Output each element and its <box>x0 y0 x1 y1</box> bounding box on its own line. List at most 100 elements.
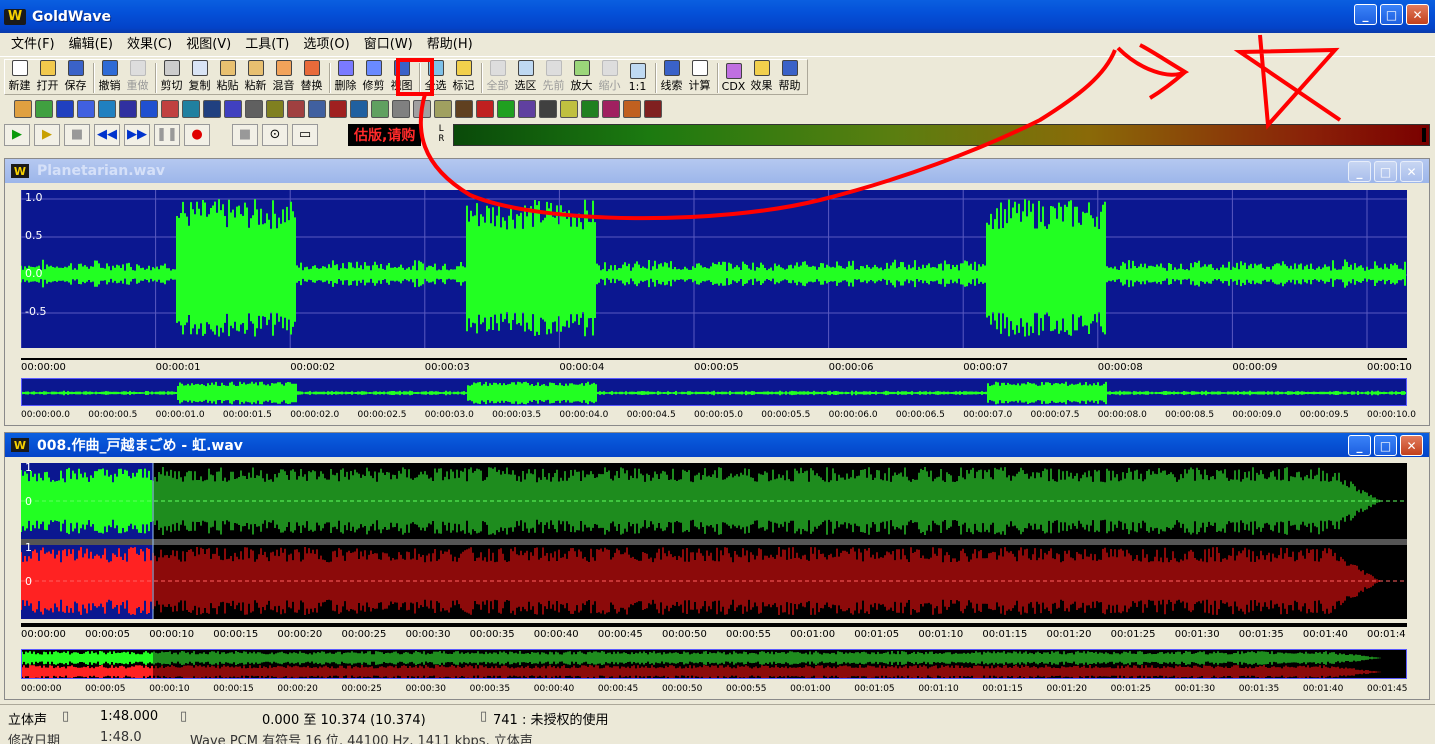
zoom-selection-icon <box>517 60 534 76</box>
toolbar-zoom-in-button[interactable]: 放大 <box>569 60 594 93</box>
doc-window-niji[interactable]: W 008.作曲_戸越まごめ - 虹.wav _ □ ✕ 1 0 1 0 00:00:… <box>4 432 1430 700</box>
stereo-waveform-view[interactable]: 1 0 1 0 <box>21 463 1407 619</box>
toolbar-marker-button[interactable]: 标记 <box>451 60 476 93</box>
toolbar-save-disk-button[interactable]: 保存 <box>63 60 88 93</box>
stop-button[interactable]: ■ <box>64 123 90 146</box>
effect-tool-icon[interactable] <box>644 100 662 118</box>
effect-tool-icon[interactable] <box>56 100 74 118</box>
effect-tool-icon[interactable] <box>497 100 515 118</box>
rewind-button[interactable]: ◀◀ <box>94 123 120 146</box>
device-controls-button[interactable]: ⊙ <box>262 123 288 146</box>
toolbar-cd-button[interactable]: CDX <box>721 60 746 93</box>
toolbar-zoom-all-button[interactable]: 全部 <box>485 60 510 93</box>
effect-tool-icon[interactable] <box>413 100 431 118</box>
doc-maximize-button[interactable]: □ <box>1374 435 1397 456</box>
play-button[interactable]: ▶ <box>4 123 30 146</box>
overview-waveform[interactable] <box>21 649 1407 679</box>
toolbar-effects-button[interactable]: 效果 <box>749 60 774 93</box>
menu-item-5[interactable]: 选项(O) <box>296 34 356 56</box>
effect-tool-icon[interactable] <box>140 100 158 118</box>
effect-tool-icon[interactable] <box>266 100 284 118</box>
effect-tool-icon[interactable] <box>224 100 242 118</box>
effect-tool-icon[interactable] <box>35 100 53 118</box>
overview-waveform[interactable] <box>21 378 1407 406</box>
doc-close-button[interactable]: ✕ <box>1400 435 1423 456</box>
effect-tool-icon[interactable] <box>434 100 452 118</box>
toolbar-zoom-previous-button[interactable]: 先前 <box>541 60 566 93</box>
menu-item-1[interactable]: 编辑(E) <box>62 34 120 56</box>
effect-tool-icon[interactable] <box>98 100 116 118</box>
toolbar-open-folder-button[interactable]: 打开 <box>35 60 60 93</box>
time-ruler[interactable]: 00:00:00 00:00:01 00:00:02 00:00:03 00:00:04… <box>21 358 1412 374</box>
toolbar-label: 保存 <box>64 79 87 92</box>
effect-tool-icon[interactable] <box>161 100 179 118</box>
effect-tool-icon[interactable] <box>518 100 536 118</box>
toolbar-zoom-1to1-button[interactable]: 1:1 <box>625 60 650 93</box>
effect-tool-icon[interactable] <box>539 100 557 118</box>
pause-button[interactable]: ❚❚ <box>154 123 180 146</box>
toolbar-mix-button[interactable]: 混音 <box>271 60 296 93</box>
doc-close-button[interactable]: ✕ <box>1400 161 1423 182</box>
doc-titlebar[interactable]: W Planetarian.wav _ □ ✕ <box>5 159 1429 183</box>
toolbar-trim-button[interactable]: 修剪 <box>361 60 386 93</box>
effect-tool-icon[interactable] <box>182 100 200 118</box>
menu-item-2[interactable]: 效果(C) <box>120 34 179 56</box>
maximize-button[interactable]: □ <box>1380 4 1403 25</box>
effect-tool-icon[interactable] <box>392 100 410 118</box>
menu-item-0[interactable]: 文件(F) <box>4 34 62 56</box>
menu-item-6[interactable]: 窗口(W) <box>357 34 420 56</box>
close-button[interactable]: ✕ <box>1406 4 1429 25</box>
effect-tool-icon[interactable] <box>287 100 305 118</box>
effect-tool-icon[interactable] <box>203 100 221 118</box>
time-ruler[interactable]: 00:00:00 00:00:05 00:00:10 00:00:15 00:00:20… <box>21 623 1407 640</box>
effect-tool-icon[interactable] <box>602 100 620 118</box>
toolbar-zoom-selection-button[interactable]: 选区 <box>513 60 538 93</box>
effect-tool-icon[interactable] <box>623 100 641 118</box>
waveform-view[interactable]: 1.0 0.5 0.0 -0.5 <box>21 190 1407 348</box>
effect-tool-icon[interactable] <box>14 100 32 118</box>
window-toggle-button[interactable]: ▭ <box>292 123 318 146</box>
menu-item-7[interactable]: 帮助(H) <box>420 34 480 56</box>
effect-tool-icon[interactable] <box>77 100 95 118</box>
doc-window-planetarian[interactable]: W Planetarian.wav _ □ ✕ 1.0 0.5 0.0 -0.5 00… <box>4 158 1430 426</box>
toolbar-calculator-button[interactable]: 计算 <box>687 60 712 93</box>
toolbar-delete-button[interactable]: 删除 <box>333 60 358 93</box>
ruler-tick-label: 00:01:4 <box>1367 629 1406 640</box>
effect-tool-icon[interactable] <box>560 100 578 118</box>
toolbar-view-button[interactable]: 视图 <box>389 60 414 93</box>
effect-tool-icon[interactable] <box>329 100 347 118</box>
effect-tool-icon[interactable] <box>371 100 389 118</box>
toolbar-help-button[interactable]: 帮助 <box>777 60 802 93</box>
toolbar-cue-button[interactable]: 线索 <box>659 60 684 93</box>
record-button[interactable]: ● <box>184 123 210 146</box>
zoom-all-icon <box>489 60 506 76</box>
toolbar-redo-button[interactable]: 重做 <box>125 60 150 93</box>
toolbar-zoom-out-button[interactable]: 缩小 <box>597 60 622 93</box>
toolbar-new-file-button[interactable]: 新建 <box>7 60 32 93</box>
toolbar-paste-new-button[interactable]: 粘新 <box>243 60 268 93</box>
effect-tool-icon[interactable] <box>581 100 599 118</box>
menu-item-3[interactable]: 视图(V) <box>179 34 238 56</box>
status-format: Wave PCM 有符号 16 位, 44100 Hz, 1411 kbps, … <box>190 734 533 744</box>
effect-tool-icon[interactable] <box>476 100 494 118</box>
doc-minimize-button[interactable]: _ <box>1348 161 1371 182</box>
toolbar-undo-button[interactable]: 撤销 <box>97 60 122 93</box>
fast-forward-button[interactable]: ▶▶ <box>124 123 150 146</box>
toolbar-replace-button[interactable]: 替换 <box>299 60 324 93</box>
effect-tool-icon[interactable] <box>119 100 137 118</box>
effect-tool-icon[interactable] <box>308 100 326 118</box>
doc-titlebar[interactable]: W 008.作曲_戸越まごめ - 虹.wav _ □ ✕ <box>5 433 1429 457</box>
effect-tool-icon[interactable] <box>245 100 263 118</box>
toolbar-paste-button[interactable]: 粘贴 <box>215 60 240 93</box>
effect-tool-icon[interactable] <box>350 100 368 118</box>
toolbar-copy-button[interactable]: 复制 <box>187 60 212 93</box>
minimize-button[interactable]: _ <box>1354 4 1377 25</box>
toolbar-scissors-button[interactable]: 剪切 <box>159 60 184 93</box>
doc-minimize-button[interactable]: _ <box>1348 435 1371 456</box>
menu-item-4[interactable]: 工具(T) <box>238 34 296 56</box>
doc-maximize-button[interactable]: □ <box>1374 161 1397 182</box>
play-selection-button[interactable]: ▶ <box>34 123 60 146</box>
toolbar-select-all-button[interactable]: 全选 <box>423 60 448 93</box>
stop-record-button[interactable]: ■ <box>232 123 258 146</box>
effect-tool-icon[interactable] <box>455 100 473 118</box>
